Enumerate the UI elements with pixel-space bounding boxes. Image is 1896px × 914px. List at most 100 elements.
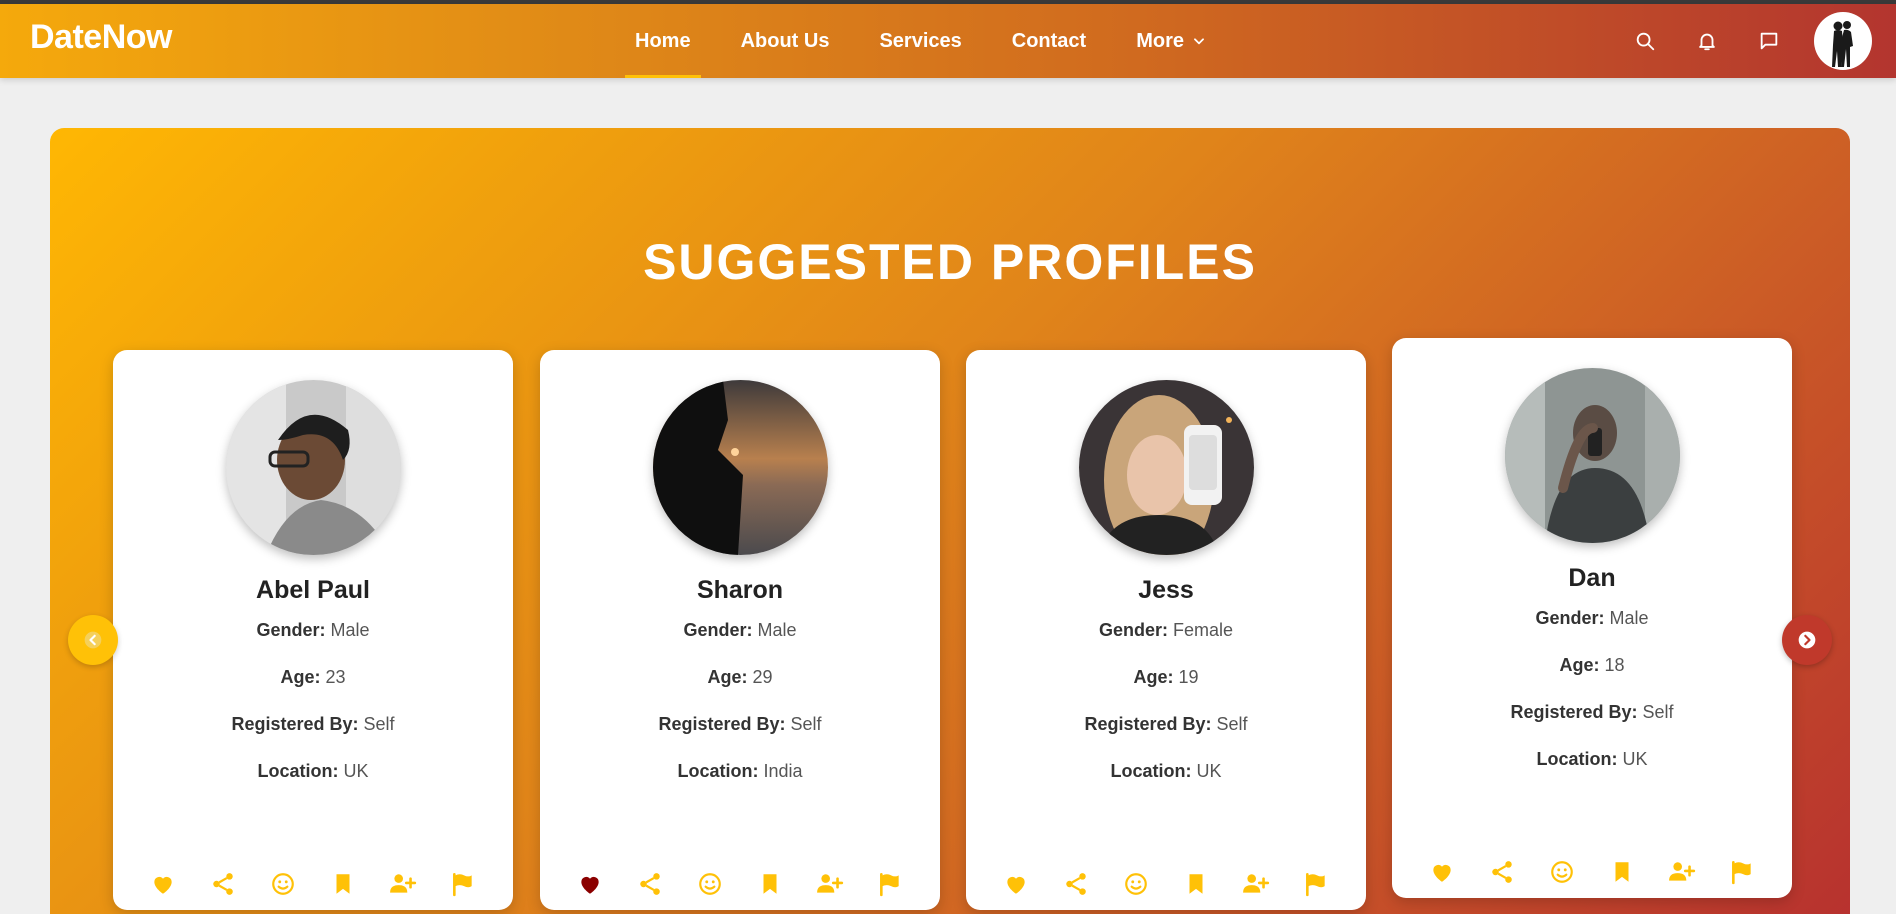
bookmark-icon[interactable] xyxy=(1182,870,1210,898)
age-value: 29 xyxy=(752,667,773,687)
nav-more-dropdown[interactable]: More xyxy=(1126,4,1216,78)
age-label: Age: xyxy=(280,667,321,687)
gender-value: Male xyxy=(330,620,370,640)
registered-by-value: Self xyxy=(790,714,822,734)
location-label: Location: xyxy=(677,761,759,781)
location-value: UK xyxy=(343,761,369,781)
flag-icon[interactable] xyxy=(1302,870,1330,898)
add-user-icon[interactable] xyxy=(1668,858,1696,886)
chevron-right-icon xyxy=(1798,631,1816,649)
location-label: Location: xyxy=(257,761,339,781)
gender-label: Gender: xyxy=(1098,620,1168,640)
bookmark-icon[interactable] xyxy=(1608,858,1636,886)
share-icon[interactable] xyxy=(1488,858,1516,886)
registered-by-label: Registered By: xyxy=(231,714,359,734)
profile-card[interactable]: Sharon Gender: Male Age: 29 Registered B… xyxy=(540,350,940,910)
profile-photo[interactable] xyxy=(1079,380,1254,555)
smile-icon[interactable] xyxy=(1548,858,1576,886)
brand-logo[interactable]: DateNow xyxy=(30,18,172,57)
nav-contact[interactable]: Contact xyxy=(1002,4,1096,78)
heart-icon[interactable] xyxy=(149,870,177,898)
location-value: India xyxy=(763,761,803,781)
profile-location: Location: UK xyxy=(966,761,1366,782)
age-label: Age: xyxy=(1559,655,1600,675)
age-label: Age: xyxy=(707,667,748,687)
profile-photo[interactable] xyxy=(653,380,828,555)
carousel-prev-button[interactable] xyxy=(68,615,118,665)
profile-name: Dan xyxy=(1568,564,1616,592)
profile-photo[interactable] xyxy=(1505,368,1680,543)
profile-card[interactable]: Abel Paul Gender: Male Age: 23 Registere… xyxy=(113,350,513,910)
nav-more-label: More xyxy=(1136,29,1185,52)
age-value: 19 xyxy=(1178,667,1199,687)
nav-services[interactable]: Services xyxy=(869,4,971,78)
nav-home[interactable]: Home xyxy=(625,4,701,78)
smile-icon[interactable] xyxy=(696,870,724,898)
age-value: 23 xyxy=(325,667,346,687)
heart-icon[interactable] xyxy=(576,870,604,898)
gender-value: Male xyxy=(757,620,797,640)
registered-by-label: Registered By: xyxy=(658,714,786,734)
profile-photo[interactable] xyxy=(226,380,401,555)
carousel-next-button[interactable] xyxy=(1782,615,1832,665)
registered-by-label: Registered By: xyxy=(1084,714,1212,734)
profile-name: Abel Paul xyxy=(256,576,370,604)
profile-actions xyxy=(149,870,477,898)
share-icon[interactable] xyxy=(636,870,664,898)
search-icon[interactable] xyxy=(1632,28,1658,54)
gender-value: Female xyxy=(1173,620,1234,640)
chevron-down-icon xyxy=(1192,34,1206,48)
profile-age: Age: 19 xyxy=(966,667,1366,688)
flag-icon[interactable] xyxy=(449,870,477,898)
heart-icon[interactable] xyxy=(1002,870,1030,898)
registered-by-value: Self xyxy=(363,714,395,734)
location-value: UK xyxy=(1622,749,1648,769)
add-user-icon[interactable] xyxy=(1242,870,1270,898)
profile-age: Age: 29 xyxy=(540,667,940,688)
profile-name: Sharon xyxy=(696,576,784,604)
share-icon[interactable] xyxy=(1062,870,1090,898)
flag-icon[interactable] xyxy=(1728,858,1756,886)
registered-by-label: Registered By: xyxy=(1510,702,1638,722)
location-label: Location: xyxy=(1536,749,1618,769)
chevron-left-icon xyxy=(84,631,102,649)
profile-actions xyxy=(576,870,904,898)
header-actions xyxy=(1614,4,1896,78)
profile-gender: Gender: Female xyxy=(966,620,1366,641)
navbar: DateNow Home About Us Services Contact M… xyxy=(0,4,1896,78)
section-title: SUGGESTED PROFILES xyxy=(643,234,1257,290)
registered-by-value: Self xyxy=(1642,702,1674,722)
bell-icon[interactable] xyxy=(1694,28,1720,54)
bookmark-icon[interactable] xyxy=(756,870,784,898)
profile-gender: Gender: Male xyxy=(1392,608,1792,629)
add-user-icon[interactable] xyxy=(816,870,844,898)
nav-contact-label: Contact xyxy=(1011,29,1087,52)
smile-icon[interactable] xyxy=(1122,870,1150,898)
location-value: UK xyxy=(1196,761,1222,781)
flag-icon[interactable] xyxy=(876,870,904,898)
profile-name: Jess xyxy=(1138,576,1194,604)
add-user-icon[interactable] xyxy=(389,870,417,898)
user-avatar[interactable] xyxy=(1814,12,1872,70)
heart-icon[interactable] xyxy=(1428,858,1456,886)
profile-registered-by: Registered By: Self xyxy=(1392,702,1792,723)
suggested-profiles-section: SUGGESTED PROFILES Abel Paul Gender: Mal… xyxy=(50,128,1850,914)
share-icon[interactable] xyxy=(209,870,237,898)
chat-icon[interactable] xyxy=(1756,28,1782,54)
nav-home-label: Home xyxy=(635,29,691,52)
profile-gender: Gender: Male xyxy=(540,620,940,641)
profile-registered-by: Registered By: Self xyxy=(966,714,1366,735)
gender-label: Gender: xyxy=(1535,608,1605,628)
smile-icon[interactable] xyxy=(269,870,297,898)
profile-age: Age: 23 xyxy=(113,667,513,688)
gender-value: Male xyxy=(1609,608,1649,628)
nav-about-us-label: About Us xyxy=(740,29,830,52)
age-label: Age: xyxy=(1133,667,1174,687)
nav-about-us[interactable]: About Us xyxy=(731,4,840,78)
profile-actions xyxy=(1428,858,1756,886)
bookmark-icon[interactable] xyxy=(329,870,357,898)
profile-card[interactable]: Dan Gender: Male Age: 18 Registered By: … xyxy=(1392,338,1792,898)
profile-card[interactable]: Jess Gender: Female Age: 19 Registered B… xyxy=(966,350,1366,910)
profile-location: Location: India xyxy=(540,761,940,782)
profile-registered-by: Registered By: Self xyxy=(540,714,940,735)
